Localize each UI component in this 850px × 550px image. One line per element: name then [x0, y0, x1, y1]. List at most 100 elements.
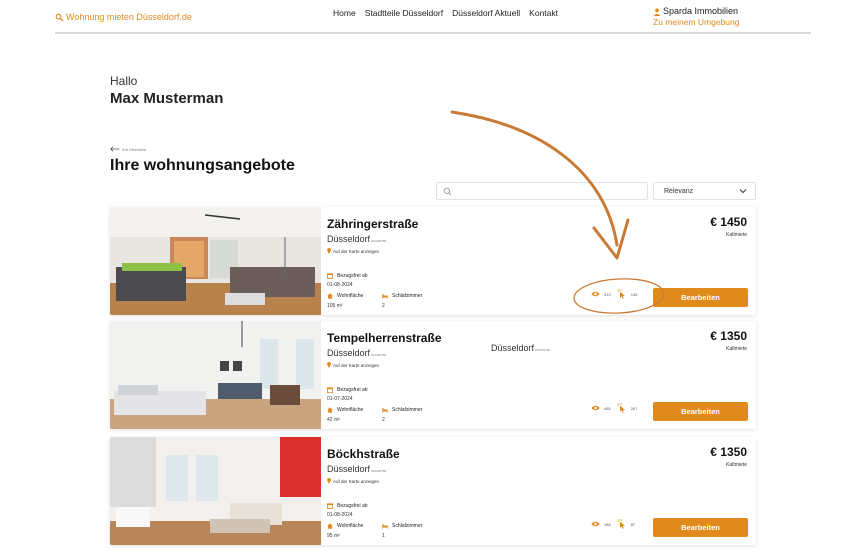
bed-icon [382, 524, 388, 529]
views-count: 312 [604, 291, 611, 297]
availability-date: 01-08-2024 [327, 512, 353, 518]
area-value: 42 m² [327, 417, 340, 423]
nav-kontakt[interactable]: Kontakt [529, 8, 558, 18]
city-name: Düsseldorf [327, 464, 371, 474]
back-link-label: Zur Übersicht [122, 146, 147, 152]
listing-price: € 1350 [710, 329, 747, 343]
page: Wohnung mieten Düsseldorf.de Home Stadtt… [0, 0, 850, 550]
listing-city: Düsseldorf012345789 [327, 234, 386, 244]
bedrooms-label: Schlafzimmer [382, 407, 422, 413]
area-value: 105 m² [327, 303, 343, 309]
area-label: Wohnfläche [327, 407, 363, 413]
edit-button[interactable]: Bearbeiten [653, 288, 748, 307]
map-link[interactable]: Auf der Karte anzeigen [327, 362, 379, 368]
listing-city: Düsseldorf012345789 [327, 348, 386, 358]
eye-icon [591, 291, 600, 297]
listing-stats: 185 87 [591, 519, 635, 529]
postal-code: 012345789 [371, 469, 387, 473]
listing-photo[interactable] [110, 207, 321, 315]
cursor-click-icon [617, 289, 625, 299]
chevron-down-icon [739, 189, 747, 194]
nav-stadtteile[interactable]: Stadtteile Düsseldorf [365, 8, 443, 18]
site-logo[interactable]: Wohnung mieten Düsseldorf.de [55, 12, 192, 22]
availability-label: Bezugsfrei ab [327, 387, 368, 393]
bed-icon [382, 408, 388, 413]
bedrooms-value: 2 [382, 417, 385, 423]
map-link-label: Auf der Karte anzeigen [333, 248, 380, 254]
city-name: Düsseldorf [327, 234, 371, 244]
area-text: Wohnfläche [337, 407, 364, 413]
eye-icon [591, 405, 600, 411]
bedrooms-text: Schlafzimmer [392, 407, 423, 413]
map-pin-icon [327, 362, 331, 368]
apartment-photo [110, 437, 321, 545]
availability-text: Bezugsfrei ab [337, 387, 368, 393]
sort-select[interactable]: Relevanz [653, 182, 756, 200]
area-text: Wohnfläche [337, 523, 364, 529]
eye-icon [591, 521, 600, 527]
map-link-label: Auf der Karte anzeigen [333, 478, 380, 484]
listing-card[interactable]: Zähringerstraße Düsseldorf012345789 Auf … [110, 207, 756, 315]
city-name: Düsseldorf [327, 348, 371, 358]
edit-button[interactable]: Bearbeiten [653, 402, 748, 421]
availability-label: Bezugsfrei ab [327, 503, 368, 509]
calendar-icon [327, 273, 333, 279]
user-icon [653, 8, 661, 16]
nav-home[interactable]: Home [333, 8, 356, 18]
area-value: 95 m² [327, 533, 340, 539]
calendar-icon [327, 503, 333, 509]
home-icon [327, 293, 333, 299]
availability-text: Bezugsfrei ab [337, 273, 368, 279]
listing-street: Zähringerstraße [327, 217, 419, 231]
apartment-photo [110, 321, 321, 429]
page-title: Ihre wohnungsangebote [110, 157, 295, 174]
arrow-left-icon [110, 146, 120, 152]
views-count: 485 [604, 405, 611, 411]
listing-photo[interactable] [110, 437, 321, 545]
listing-card[interactable]: Tempelherrenstraße Düsseldorf012345789 D… [110, 321, 756, 429]
listing-stats: 312 145 [591, 289, 637, 299]
area-label: Wohnfläche [327, 293, 363, 299]
bedrooms-text: Schlafzimmer [392, 293, 423, 299]
availability-text: Bezugsfrei ab [337, 503, 368, 509]
back-link[interactable]: Zur Übersicht [110, 146, 146, 152]
map-link[interactable]: Auf der Karte anzeigen [327, 478, 379, 484]
bedrooms-label: Schlafzimmer [382, 293, 422, 299]
listing-street: Böckhstraße [327, 447, 400, 461]
cursor-click-icon [617, 403, 625, 413]
logo-text: Wohnung mieten Düsseldorf.de [66, 12, 192, 22]
main-nav: Home Stadtteile Düsseldorf Düsseldorf Ak… [333, 8, 558, 18]
availability-date: 01-07-2024 [327, 396, 353, 402]
map-pin-icon [327, 478, 331, 484]
price-note: Kaltmiete [726, 232, 747, 238]
account-menu[interactable]: Sparda Immobilien Zu meinem Umgebung [653, 6, 739, 28]
listing-stats: 485 267 [591, 403, 637, 413]
listing-card[interactable]: Böckhstraße Düsseldorf012345789 Auf der … [110, 437, 756, 545]
account-sub-link[interactable]: Zu meinem Umgebung [653, 17, 739, 28]
clicks-count: 87 [630, 521, 636, 527]
user-name: Max Musterman [110, 90, 224, 107]
search-icon [443, 187, 452, 196]
clicks-count: 145 [630, 291, 638, 297]
apartment-photo [110, 207, 321, 315]
area-label: Wohnfläche [327, 523, 363, 529]
map-link-label: Auf der Karte anzeigen [333, 362, 380, 368]
sort-selected: Relevanz [664, 188, 694, 195]
listing-price: € 1450 [710, 215, 747, 229]
bedrooms-value: 2 [382, 303, 385, 309]
home-icon [327, 523, 333, 529]
bedrooms-value: 1 [382, 533, 385, 539]
account-name: Sparda Immobilien [663, 6, 739, 16]
availability-label: Bezugsfrei ab [327, 273, 368, 279]
listing-price: € 1350 [710, 445, 747, 459]
listing-photo[interactable] [110, 321, 321, 429]
cursor-click-icon [617, 519, 625, 529]
nav-aktuell[interactable]: Düsseldorf Aktuell [452, 8, 520, 18]
search-input[interactable] [457, 185, 642, 198]
map-link[interactable]: Auf der Karte anzeigen [327, 248, 379, 254]
edit-button[interactable]: Bearbeiten [653, 518, 748, 537]
price-note: Kaltmiete [726, 462, 747, 468]
bed-icon [382, 294, 388, 299]
area-text: Wohnfläche [337, 293, 364, 299]
calendar-icon [327, 387, 333, 393]
